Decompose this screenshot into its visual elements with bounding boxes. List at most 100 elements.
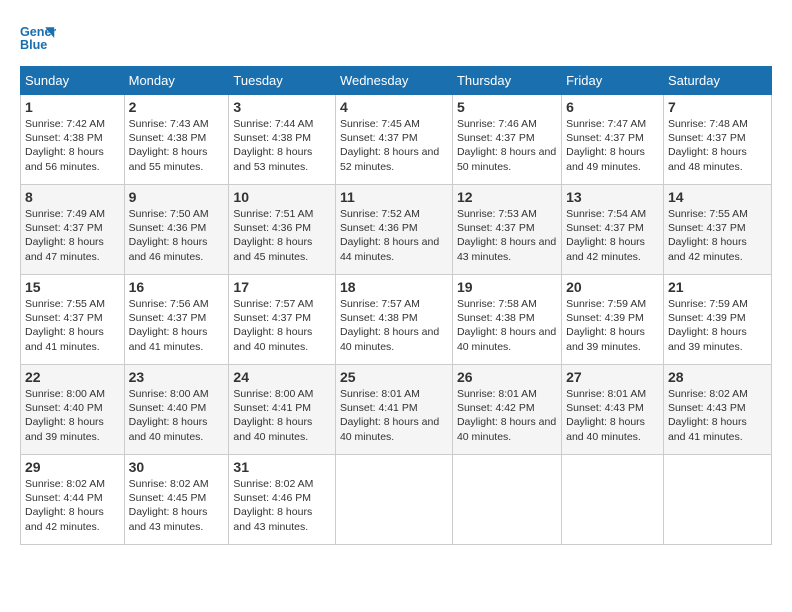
- day-info: Sunrise: 7:48 AMSunset: 4:37 PMDaylight:…: [668, 117, 767, 174]
- day-number: 15: [25, 279, 120, 295]
- day-number: 4: [340, 99, 448, 115]
- day-number: 30: [129, 459, 225, 475]
- weekday-header-wednesday: Wednesday: [335, 67, 452, 95]
- calendar-cell: 11 Sunrise: 7:52 AMSunset: 4:36 PMDayligh…: [335, 185, 452, 275]
- day-info: Sunrise: 7:59 AMSunset: 4:39 PMDaylight:…: [566, 297, 659, 354]
- calendar-cell: 10 Sunrise: 7:51 AMSunset: 4:36 PMDayligh…: [229, 185, 336, 275]
- day-number: 17: [233, 279, 331, 295]
- week-row-3: 15 Sunrise: 7:55 AMSunset: 4:37 PMDayligh…: [21, 275, 772, 365]
- calendar-cell: 28 Sunrise: 8:02 AMSunset: 4:43 PMDayligh…: [663, 365, 771, 455]
- day-number: 7: [668, 99, 767, 115]
- weekday-header-row: SundayMondayTuesdayWednesdayThursdayFrid…: [21, 67, 772, 95]
- calendar-cell: 12 Sunrise: 7:53 AMSunset: 4:37 PMDayligh…: [452, 185, 561, 275]
- weekday-header-saturday: Saturday: [663, 67, 771, 95]
- calendar-cell: 17 Sunrise: 7:57 AMSunset: 4:37 PMDayligh…: [229, 275, 336, 365]
- day-info: Sunrise: 8:00 AMSunset: 4:40 PMDaylight:…: [25, 387, 120, 444]
- day-number: 14: [668, 189, 767, 205]
- day-number: 27: [566, 369, 659, 385]
- calendar-body: 1 Sunrise: 7:42 AMSunset: 4:38 PMDaylight…: [21, 95, 772, 545]
- day-number: 8: [25, 189, 120, 205]
- day-info: Sunrise: 7:52 AMSunset: 4:36 PMDaylight:…: [340, 207, 448, 264]
- day-info: Sunrise: 7:46 AMSunset: 4:37 PMDaylight:…: [457, 117, 557, 174]
- day-info: Sunrise: 7:55 AMSunset: 4:37 PMDaylight:…: [25, 297, 120, 354]
- day-info: Sunrise: 7:54 AMSunset: 4:37 PMDaylight:…: [566, 207, 659, 264]
- day-number: 31: [233, 459, 331, 475]
- day-info: Sunrise: 8:00 AMSunset: 4:41 PMDaylight:…: [233, 387, 331, 444]
- week-row-2: 8Sunrise: 7:49 AMSunset: 4:37 PMDaylight…: [21, 185, 772, 275]
- day-info: Sunrise: 7:53 AMSunset: 4:37 PMDaylight:…: [457, 207, 557, 264]
- day-number: 19: [457, 279, 557, 295]
- day-number: 26: [457, 369, 557, 385]
- calendar-cell: 29 Sunrise: 8:02 AMSunset: 4:44 PMDayligh…: [21, 455, 125, 545]
- calendar-cell: 26Sunrise: 8:01 AMSunset: 4:42 PMDayligh…: [452, 365, 561, 455]
- calendar-cell: 24Sunrise: 8:00 AMSunset: 4:41 PMDayligh…: [229, 365, 336, 455]
- calendar-cell: 25 Sunrise: 8:01 AMSunset: 4:41 PMDayligh…: [335, 365, 452, 455]
- day-number: 21: [668, 279, 767, 295]
- day-number: 25: [340, 369, 448, 385]
- weekday-header-thursday: Thursday: [452, 67, 561, 95]
- calendar-cell: [663, 455, 771, 545]
- calendar-cell: 8Sunrise: 7:49 AMSunset: 4:37 PMDaylight…: [21, 185, 125, 275]
- day-info: Sunrise: 8:02 AMSunset: 4:45 PMDaylight:…: [129, 477, 225, 534]
- calendar-cell: 21 Sunrise: 7:59 AMSunset: 4:39 PMDayligh…: [663, 275, 771, 365]
- day-info: Sunrise: 8:02 AMSunset: 4:44 PMDaylight:…: [25, 477, 120, 534]
- logo-icon: General Blue: [20, 20, 56, 56]
- day-number: 16: [129, 279, 225, 295]
- calendar-cell: 23Sunrise: 8:00 AMSunset: 4:40 PMDayligh…: [124, 365, 229, 455]
- day-info: Sunrise: 7:50 AMSunset: 4:36 PMDaylight:…: [129, 207, 225, 264]
- weekday-header-tuesday: Tuesday: [229, 67, 336, 95]
- weekday-header-friday: Friday: [562, 67, 664, 95]
- calendar-cell: [562, 455, 664, 545]
- day-number: 1: [25, 99, 120, 115]
- day-number: 10: [233, 189, 331, 205]
- day-info: Sunrise: 8:02 AMSunset: 4:46 PMDaylight:…: [233, 477, 331, 534]
- day-number: 2: [129, 99, 225, 115]
- day-number: 13: [566, 189, 659, 205]
- day-info: Sunrise: 8:00 AMSunset: 4:40 PMDaylight:…: [129, 387, 225, 444]
- calendar-cell: 18Sunrise: 7:57 AMSunset: 4:38 PMDayligh…: [335, 275, 452, 365]
- day-number: 28: [668, 369, 767, 385]
- day-number: 12: [457, 189, 557, 205]
- day-number: 6: [566, 99, 659, 115]
- calendar-cell: 4 Sunrise: 7:45 AMSunset: 4:37 PMDaylight…: [335, 95, 452, 185]
- calendar-cell: 20 Sunrise: 7:59 AMSunset: 4:39 PMDayligh…: [562, 275, 664, 365]
- svg-text:Blue: Blue: [20, 38, 47, 52]
- calendar-cell: 31 Sunrise: 8:02 AMSunset: 4:46 PMDayligh…: [229, 455, 336, 545]
- day-info: Sunrise: 7:51 AMSunset: 4:36 PMDaylight:…: [233, 207, 331, 264]
- calendar-cell: 5Sunrise: 7:46 AMSunset: 4:37 PMDaylight…: [452, 95, 561, 185]
- day-info: Sunrise: 7:58 AMSunset: 4:38 PMDaylight:…: [457, 297, 557, 354]
- day-number: 29: [25, 459, 120, 475]
- calendar-cell: 1 Sunrise: 7:42 AMSunset: 4:38 PMDaylight…: [21, 95, 125, 185]
- calendar-cell: 27 Sunrise: 8:01 AMSunset: 4:43 PMDayligh…: [562, 365, 664, 455]
- day-number: 9: [129, 189, 225, 205]
- page-header: General Blue: [20, 20, 772, 56]
- calendar-cell: [335, 455, 452, 545]
- day-info: Sunrise: 7:42 AMSunset: 4:38 PMDaylight:…: [25, 117, 120, 174]
- calendar-cell: 14Sunrise: 7:55 AMSunset: 4:37 PMDayligh…: [663, 185, 771, 275]
- day-number: 20: [566, 279, 659, 295]
- calendar-cell: 30 Sunrise: 8:02 AMSunset: 4:45 PMDayligh…: [124, 455, 229, 545]
- day-info: Sunrise: 8:02 AMSunset: 4:43 PMDaylight:…: [668, 387, 767, 444]
- calendar-cell: 7 Sunrise: 7:48 AMSunset: 4:37 PMDaylight…: [663, 95, 771, 185]
- calendar-cell: 15 Sunrise: 7:55 AMSunset: 4:37 PMDayligh…: [21, 275, 125, 365]
- weekday-header-sunday: Sunday: [21, 67, 125, 95]
- calendar-cell: 9 Sunrise: 7:50 AMSunset: 4:36 PMDaylight…: [124, 185, 229, 275]
- day-number: 11: [340, 189, 448, 205]
- day-info: Sunrise: 7:57 AMSunset: 4:38 PMDaylight:…: [340, 297, 448, 354]
- day-info: Sunrise: 7:57 AMSunset: 4:37 PMDaylight:…: [233, 297, 331, 354]
- day-info: Sunrise: 7:59 AMSunset: 4:39 PMDaylight:…: [668, 297, 767, 354]
- day-info: Sunrise: 7:47 AMSunset: 4:37 PMDaylight:…: [566, 117, 659, 174]
- day-info: Sunrise: 8:01 AMSunset: 4:41 PMDaylight:…: [340, 387, 448, 444]
- weekday-header-monday: Monday: [124, 67, 229, 95]
- calendar-table: SundayMondayTuesdayWednesdayThursdayFrid…: [20, 66, 772, 545]
- calendar-cell: 6 Sunrise: 7:47 AMSunset: 4:37 PMDaylight…: [562, 95, 664, 185]
- calendar-cell: 16Sunrise: 7:56 AMSunset: 4:37 PMDayligh…: [124, 275, 229, 365]
- day-info: Sunrise: 7:43 AMSunset: 4:38 PMDaylight:…: [129, 117, 225, 174]
- calendar-cell: 22Sunrise: 8:00 AMSunset: 4:40 PMDayligh…: [21, 365, 125, 455]
- week-row-5: 29 Sunrise: 8:02 AMSunset: 4:44 PMDayligh…: [21, 455, 772, 545]
- day-info: Sunrise: 8:01 AMSunset: 4:43 PMDaylight:…: [566, 387, 659, 444]
- day-info: Sunrise: 7:45 AMSunset: 4:37 PMDaylight:…: [340, 117, 448, 174]
- calendar-cell: 2 Sunrise: 7:43 AMSunset: 4:38 PMDaylight…: [124, 95, 229, 185]
- day-info: Sunrise: 7:44 AMSunset: 4:38 PMDaylight:…: [233, 117, 331, 174]
- calendar-cell: [452, 455, 561, 545]
